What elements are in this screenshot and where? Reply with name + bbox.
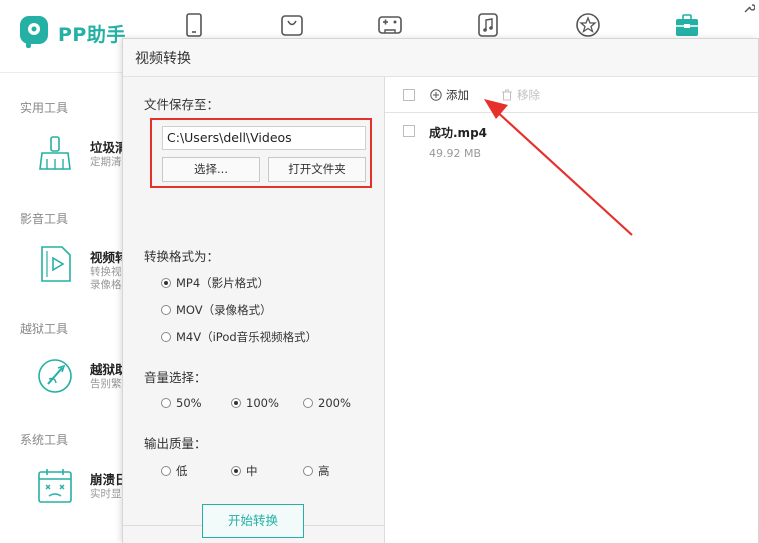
choose-folder-button[interactable]: 选择... (162, 157, 260, 182)
broom-icon (39, 136, 71, 170)
sidebar-tool-crash-log[interactable]: 崩溃日 实时显 (36, 467, 128, 511)
game-icon[interactable] (377, 12, 403, 38)
file-size: 49.92 MB (429, 147, 482, 160)
app-name: PP助手 (58, 24, 126, 46)
dialog-header: 视频转换 (123, 39, 758, 77)
sidebar-tool-jailbreak[interactable]: 越狱助 告别繁 (36, 357, 128, 401)
star-icon[interactable] (575, 12, 601, 38)
file-checkbox[interactable] (403, 125, 415, 137)
plus-circle-icon (430, 89, 442, 101)
quality-option-high[interactable]: 高 (303, 463, 330, 479)
bag-icon[interactable] (279, 12, 305, 38)
music-icon[interactable] (475, 12, 501, 38)
quality-option-low[interactable]: 低 (161, 463, 188, 479)
save-path-input[interactable]: C:\Users\dell\Videos (162, 126, 366, 150)
radio-icon (161, 398, 171, 408)
file-name: 成功.mp4 (429, 126, 488, 140)
sidebar-tool-junk-clean[interactable]: 垃圾清 定期清 (36, 135, 128, 179)
add-file-button[interactable]: 添加 (430, 87, 469, 103)
sidebar-section-title: 系统工具 (20, 433, 69, 447)
settings-pane: 文件保存至： C:\Users\dell\Videos 选择... 打开文件夹 … (123, 77, 385, 543)
phone-icon[interactable] (181, 12, 207, 38)
settings-wrench-icon[interactable] (743, 2, 755, 14)
sidebar-tool-video-convert[interactable]: 视频转 转换视录像格 (36, 245, 128, 291)
sidebar-section-title: 越狱工具 (20, 322, 69, 336)
video-file-icon (41, 246, 71, 282)
radio-icon (303, 466, 313, 476)
radio-selected-icon (231, 466, 241, 476)
sidebar-section-title: 实用工具 (20, 101, 69, 115)
video-convert-dialog: 视频转换 文件保存至： C:\Users\dell\Videos 选择... 打… (122, 38, 759, 543)
radio-icon (161, 305, 171, 315)
select-all-checkbox[interactable] (403, 89, 415, 101)
volume-option-200[interactable]: 200% (303, 396, 351, 410)
open-folder-button[interactable]: 打开文件夹 (268, 157, 366, 182)
dialog-title: 视频转换 (135, 51, 191, 67)
radio-selected-icon (231, 398, 241, 408)
jailbreak-icon (38, 359, 72, 393)
format-option-mov[interactable]: MOV（录像格式） (161, 302, 272, 318)
radio-icon (161, 466, 171, 476)
save-location-highlight: C:\Users\dell\Videos 选择... 打开文件夹 (150, 118, 372, 188)
format-option-m4v[interactable]: M4V（iPod音乐视频格式） (161, 329, 317, 345)
quality-option-medium[interactable]: 中 (231, 463, 258, 479)
start-convert-button[interactable]: 开始转换 (202, 504, 304, 538)
sidebar: 实用工具 垃圾清 定期清 影音工具 视频转 转换视录像格 越狱工具 越狱助 告别… (0, 72, 128, 543)
radio-selected-icon (161, 278, 171, 288)
save-location-label: 文件保存至： (144, 97, 220, 112)
format-option-mp4[interactable]: MP4（影片格式） (161, 275, 269, 291)
crash-log-icon (38, 469, 72, 503)
format-label: 转换格式为： (144, 249, 220, 264)
radio-icon (161, 332, 171, 342)
volume-option-100[interactable]: 100% (231, 396, 279, 410)
quality-label: 输出质量： (144, 436, 207, 451)
pp-logo-icon (20, 16, 48, 48)
volume-label: 音量选择： (144, 370, 207, 385)
radio-icon (303, 398, 313, 408)
sidebar-section-title: 影音工具 (20, 212, 69, 226)
toolbox-icon[interactable] (674, 12, 700, 38)
annotation-arrow-icon (484, 99, 633, 236)
volume-option-50[interactable]: 50% (161, 396, 202, 410)
